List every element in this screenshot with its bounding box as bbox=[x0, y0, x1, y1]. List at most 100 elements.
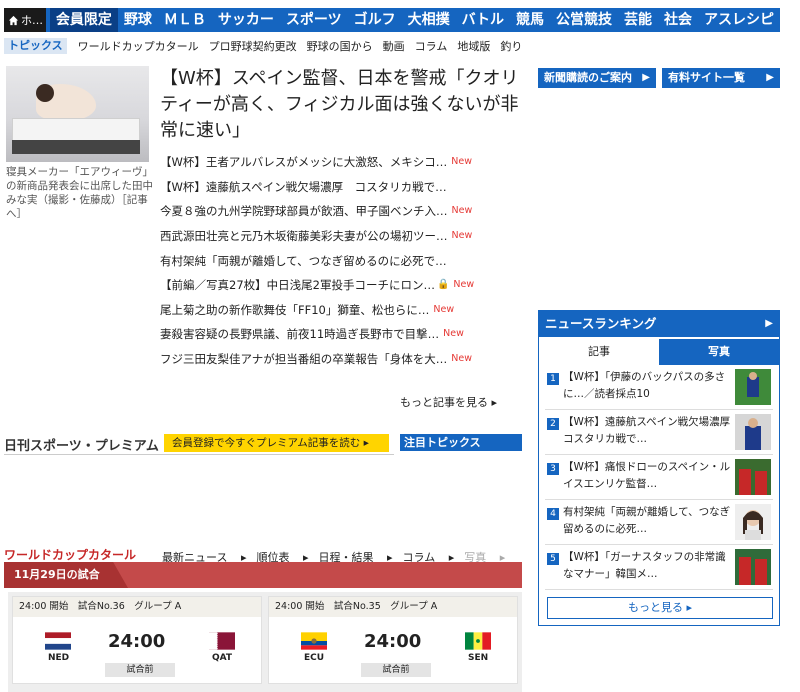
ranking-more-button[interactable]: もっと見る ▸ bbox=[547, 597, 773, 619]
subnav-link[interactable]: 動画 bbox=[383, 38, 405, 54]
ranking-list: 1 【W杯】「伊藤のバックパスの多さに…／読者採点10 2 【W杯】遠藤航スペイ… bbox=[539, 365, 779, 590]
nav-item-entertainment[interactable]: 芸能 bbox=[618, 8, 658, 32]
topics-tag: トピックス bbox=[4, 38, 67, 54]
news-item[interactable]: 尾上菊之助の新作歌舞伎「FF10」獅童、松也らに… New bbox=[160, 298, 520, 323]
nav-item-members[interactable]: 会員限定 bbox=[49, 8, 118, 32]
match-cards: 24:00 開始 試合No.36 グループ A NED 24:00 QAT 試合… bbox=[8, 592, 522, 692]
news-item[interactable]: フジ三田友梨佳アナが担当番組の卒業報告「身体を大… New bbox=[160, 347, 520, 372]
home-team-code: NED bbox=[48, 653, 70, 663]
qatar-flag-icon bbox=[209, 632, 235, 650]
topics-subnav: トピックス ワールドカップカタール プロ野球契約更改 野球の国から 動画 コラム… bbox=[4, 37, 527, 55]
rank-thumbnail bbox=[735, 549, 771, 585]
new-badge: New bbox=[451, 230, 473, 242]
ranking-item[interactable]: 2 【W杯】遠藤航スペイン戦欠場濃厚 コスタリカ戦で… bbox=[545, 410, 773, 455]
rank-number: 4 bbox=[547, 508, 559, 520]
news-item[interactable]: 今夏８強の九州学院野球部員が飲酒、甲子園ベンチ入… New bbox=[160, 199, 520, 224]
rank-number: 1 bbox=[547, 373, 559, 385]
category-nav-bar: ホ… 会員限定 野球 ＭＬＢ サッカー スポーツ ゴルフ 大相撲 バトル 競馬 … bbox=[4, 8, 780, 32]
premium-signup-button[interactable]: 会員登録で今すぐプレミアム記事を読む ▸ bbox=[164, 434, 389, 452]
caret-right-icon: ▶ bbox=[766, 72, 774, 83]
photo-caption[interactable]: 寝具メーカー「エアウィーヴ」の新商品発表会に出席した田中みな実（撮影・佐藤成）［… bbox=[6, 165, 154, 221]
rank-number: 2 bbox=[547, 418, 559, 430]
home-button[interactable]: ホ… bbox=[4, 8, 46, 32]
rank-thumbnail bbox=[735, 414, 771, 450]
match-date-bar: 11月29日の試合 bbox=[4, 562, 522, 588]
paid-sites-button[interactable]: 有料サイト一覧 ▶ bbox=[662, 68, 780, 88]
new-badge: New bbox=[451, 205, 473, 217]
match-time: 24:00 bbox=[108, 631, 166, 652]
caret-right-icon: ▸ bbox=[491, 396, 498, 409]
subnav-link[interactable]: ワールドカップカタール bbox=[78, 38, 199, 54]
nav-item-athrecipe[interactable]: アスレシピ bbox=[698, 8, 780, 32]
rank-title[interactable]: 【W杯】遠藤航スペイン戦欠場濃厚 コスタリカ戦で… bbox=[563, 414, 741, 448]
premium-title: 日刊スポーツ・プレミアム bbox=[4, 439, 159, 454]
ranking-item[interactable]: 3 【W杯】痛恨ドローのスペイン・ルイスエンリケ監督… bbox=[545, 455, 773, 500]
nav-item-sumo[interactable]: 大相撲 bbox=[402, 8, 456, 32]
rank-title[interactable]: 【W杯】痛恨ドローのスペイン・ルイスエンリケ監督… bbox=[563, 459, 733, 493]
more-articles-link[interactable]: もっと記事を見る ▸ bbox=[400, 394, 497, 410]
news-item[interactable]: 有村架純「両親が離婚して、つなぎ留めるのに必死で… bbox=[160, 248, 520, 273]
netherlands-flag-icon bbox=[45, 632, 71, 650]
nav-item-society[interactable]: 社会 bbox=[658, 8, 698, 32]
tab-photos[interactable]: 写真 bbox=[659, 339, 779, 365]
match-info: 24:00 開始 試合No.35 グループ A bbox=[269, 597, 517, 617]
rank-title[interactable]: 有村架純「両親が離婚して、つなぎ留めるのに必死… bbox=[563, 504, 733, 538]
home-team-code: ECU bbox=[304, 653, 325, 663]
match-status: 試合前 bbox=[361, 663, 431, 677]
new-badge: New bbox=[451, 353, 473, 365]
new-badge: New bbox=[451, 156, 472, 168]
rank-thumbnail bbox=[735, 369, 771, 405]
rank-thumbnail bbox=[735, 459, 771, 495]
match-card[interactable]: 24:00 開始 試合No.35 グループ A ECU 24:00 SEN 試合… bbox=[268, 596, 518, 684]
match-date-label: 11月29日の試合 bbox=[4, 562, 128, 588]
news-ranking-panel: ニュースランキング ▶ 記事 写真 1 【W杯】「伊藤のバックパスの多さに…／読者… bbox=[538, 310, 780, 626]
news-item[interactable]: 【W杯】王者アルバレスがメッシに大激怒、メキシコ… New bbox=[160, 150, 520, 175]
nav-item-keiba[interactable]: 競馬 bbox=[510, 8, 550, 32]
headline-link[interactable]: 【W杯】スペイン監督、日本を警戒「クオリティーが高く、フィジカル面は強くないが非… bbox=[160, 66, 520, 144]
top-navigation: ホ… 会員限定 野球 ＭＬＢ サッカー スポーツ ゴルフ 大相撲 バトル 競馬 … bbox=[0, 0, 800, 37]
nav-item-public-racing[interactable]: 公営競技 bbox=[550, 8, 618, 32]
subnav-link[interactable]: 地域版 bbox=[457, 38, 490, 54]
tab-articles[interactable]: 記事 bbox=[539, 339, 659, 365]
subnav-link[interactable]: 釣り bbox=[500, 38, 522, 54]
subnav-link[interactable]: 野球の国から bbox=[307, 38, 373, 54]
worldcup-title[interactable]: ワールドカップカタール bbox=[4, 546, 136, 563]
rank-title[interactable]: 【W杯】「伊藤のバックパスの多さに…／読者採点10 bbox=[563, 369, 733, 403]
nav-item-mlb[interactable]: ＭＬＢ bbox=[158, 8, 212, 32]
nav-item-battle[interactable]: バトル bbox=[456, 8, 510, 32]
ranking-tabs: 記事 写真 bbox=[539, 339, 779, 365]
ranking-item[interactable]: 5 【W杯】「ガーナスタッフの非常識なマナー」韓国メ… bbox=[545, 545, 773, 590]
subnav-link[interactable]: コラム bbox=[415, 38, 448, 54]
rank-thumbnail bbox=[735, 504, 771, 540]
premium-section: 日刊スポーツ・プレミアム 会員登録で今すぐプレミアム記事を読む ▸ bbox=[4, 432, 394, 455]
nav-item-sports[interactable]: スポーツ bbox=[280, 8, 348, 32]
match-time: 24:00 bbox=[364, 631, 422, 652]
senegal-flag-icon bbox=[465, 632, 491, 650]
ranking-item[interactable]: 4 有村架純「両親が離婚して、つなぎ留めるのに必死… bbox=[545, 500, 773, 545]
nav-item-golf[interactable]: ゴルフ bbox=[348, 8, 402, 32]
match-status: 試合前 bbox=[105, 663, 175, 677]
featured-photo[interactable] bbox=[6, 66, 149, 162]
news-item[interactable]: 妻殺害容疑の長野県議、前夜11時過ぎ長野市で目撃… New bbox=[160, 322, 520, 347]
news-item[interactable]: 【前編／写真27枚】中日浅尾2軍投手コーチにロン… 🔒 New bbox=[160, 273, 520, 298]
rank-number: 3 bbox=[547, 463, 559, 475]
rank-number: 5 bbox=[547, 553, 559, 565]
nav-item-baseball[interactable]: 野球 bbox=[118, 8, 158, 32]
new-badge: New bbox=[433, 303, 455, 315]
nav-item-soccer[interactable]: サッカー bbox=[212, 8, 280, 32]
ranking-item[interactable]: 1 【W杯】「伊藤のバックパスの多さに…／読者採点10 bbox=[545, 365, 773, 410]
subnav-link[interactable]: プロ野球契約更改 bbox=[209, 38, 297, 54]
home-label: ホ… bbox=[21, 14, 43, 27]
news-item[interactable]: 西武源田壮亮と元乃木坂衛藤美彩夫妻が公の場初ツー… New bbox=[160, 224, 520, 249]
ranking-header[interactable]: ニュースランキング ▶ bbox=[539, 311, 779, 337]
news-item[interactable]: 【W杯】遠藤航スペイン戦欠場濃厚 コスタリカ戦で… bbox=[160, 175, 520, 200]
caret-right-icon: ▸ bbox=[363, 437, 369, 449]
home-icon bbox=[8, 15, 19, 25]
rank-title[interactable]: 【W杯】「ガーナスタッフの非常識なマナー」韓国メ… bbox=[563, 549, 733, 583]
subscription-info-button[interactable]: 新聞購読のご案内 ▶ bbox=[538, 68, 656, 88]
match-info: 24:00 開始 試合No.36 グループ A bbox=[13, 597, 261, 617]
match-card[interactable]: 24:00 開始 試合No.36 グループ A NED 24:00 QAT 試合… bbox=[12, 596, 262, 684]
lock-icon: 🔒 bbox=[436, 279, 450, 291]
ecuador-flag-icon bbox=[301, 632, 327, 650]
away-team-code: QAT bbox=[212, 653, 233, 663]
